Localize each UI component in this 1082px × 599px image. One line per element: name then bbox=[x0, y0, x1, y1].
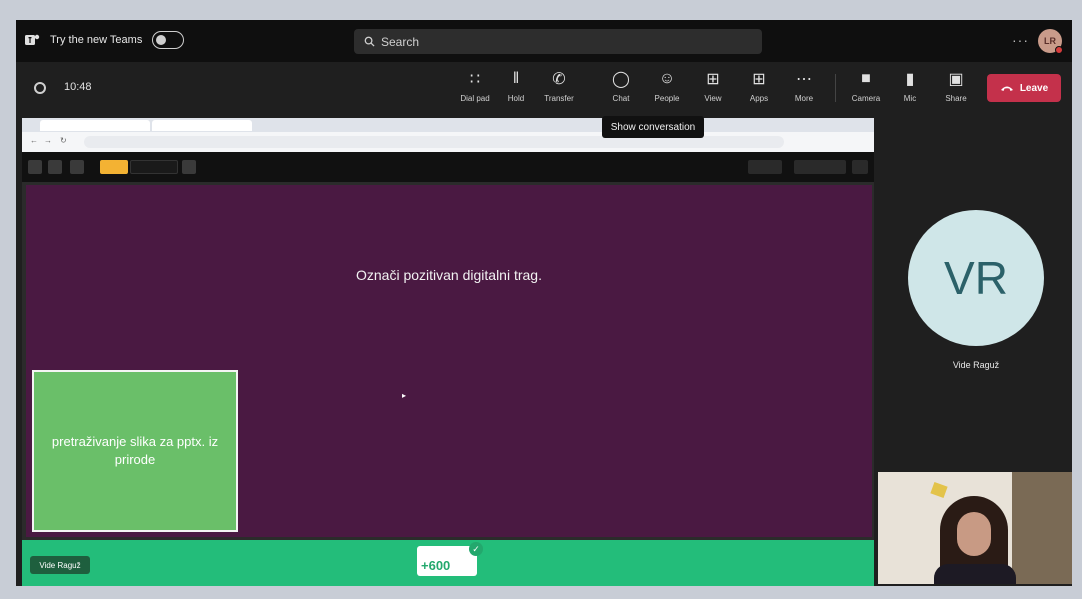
participant-name: Vide Raguž bbox=[952, 360, 1000, 370]
answer-text: pretraživanje slika za pptx. iz prirode bbox=[51, 433, 219, 467]
quiz-question: Označi pozitivan digitalni trag. bbox=[356, 267, 542, 283]
camera-icon: ■ bbox=[861, 70, 871, 87]
more-options-icon[interactable]: ··· bbox=[1012, 32, 1029, 48]
mic-label: Mic bbox=[903, 94, 917, 103]
mic-icon: ▮ bbox=[905, 71, 915, 88]
toggle-knob bbox=[156, 35, 166, 45]
view-label: View bbox=[704, 94, 722, 103]
check-icon: ✓ bbox=[469, 542, 483, 556]
self-video-tile[interactable] bbox=[878, 472, 1072, 584]
dial-pad-label: Dial pad bbox=[460, 94, 490, 103]
people-label: People bbox=[654, 94, 680, 103]
browser-tab-strip bbox=[22, 118, 874, 132]
player-name: Vide Raguž bbox=[39, 560, 81, 570]
search-placeholder: Search bbox=[381, 34, 420, 49]
show-conversation-tooltip: Show conversation bbox=[602, 116, 704, 138]
quiz-slide: Označi pozitivan digitalni trag. pretraž… bbox=[26, 185, 872, 537]
meeting-timer-icon bbox=[34, 82, 46, 94]
forward-icon[interactable]: → bbox=[44, 136, 52, 145]
toolbar-button[interactable] bbox=[48, 160, 62, 174]
teams-window: Try the new Teams Search ··· LR 10:48 ∷ … bbox=[16, 20, 1072, 586]
mic-button[interactable]: ▮ Mic bbox=[888, 68, 932, 110]
toolbar-button[interactable] bbox=[182, 160, 196, 174]
participant-avatar[interactable]: VR bbox=[908, 210, 1044, 346]
hold-button[interactable]: ‖ Hold bbox=[494, 68, 538, 110]
more-button[interactable]: ⋯ More bbox=[782, 68, 826, 110]
toolbar-divider bbox=[835, 74, 836, 102]
more-icon: ⋯ bbox=[796, 71, 812, 88]
browser-tab-active[interactable] bbox=[152, 120, 252, 131]
shared-screen: ← → ↻ Označi pozitivan digitalni trag. p… bbox=[22, 118, 874, 586]
transfer-button[interactable]: ✆ Transfer bbox=[537, 68, 581, 110]
transfer-icon: ✆ bbox=[552, 71, 566, 88]
meeting-time: 10:48 bbox=[64, 81, 92, 93]
user-avatar[interactable]: LR bbox=[1038, 29, 1063, 54]
view-icon: ⊞ bbox=[706, 71, 720, 88]
video-person-face bbox=[957, 512, 991, 556]
video-bookshelf bbox=[1012, 472, 1072, 584]
score-bar: Vide Raguž +600 ✓ bbox=[22, 540, 874, 586]
camera-label: Camera bbox=[851, 94, 881, 103]
player-name-badge: Vide Raguž bbox=[30, 556, 90, 574]
video-person-shirt bbox=[934, 564, 1016, 584]
transfer-label: Transfer bbox=[544, 94, 574, 103]
reload-icon[interactable]: ↻ bbox=[60, 136, 67, 145]
more-label: More bbox=[794, 94, 814, 103]
browser-tab[interactable] bbox=[40, 120, 150, 131]
share-label: Share bbox=[945, 94, 967, 103]
toolbar-highlight-button[interactable] bbox=[100, 160, 128, 174]
hang-up-icon bbox=[1000, 86, 1013, 91]
mouse-cursor-icon: ▸ bbox=[402, 391, 407, 400]
search-icon bbox=[364, 36, 375, 47]
people-icon: ☺ bbox=[658, 70, 676, 87]
view-button[interactable]: ⊞ View bbox=[691, 68, 735, 110]
try-new-teams-label: Try the new Teams bbox=[50, 34, 143, 46]
toolbar-button[interactable] bbox=[70, 160, 84, 174]
toolbar-control[interactable] bbox=[130, 160, 178, 174]
chat-icon: ◯ bbox=[612, 71, 630, 88]
toolbar-right-button[interactable] bbox=[748, 160, 782, 174]
score-points: +600 bbox=[421, 558, 451, 573]
hold-label: Hold bbox=[507, 94, 525, 103]
share-icon: ▣ bbox=[948, 71, 964, 88]
title-bar: Try the new Teams Search ··· LR bbox=[16, 20, 1072, 62]
leave-label: Leave bbox=[1019, 82, 1049, 94]
participant-initials: VR bbox=[944, 252, 1008, 304]
browser-address-bar: ← → ↻ bbox=[22, 132, 874, 152]
toolbar-right-button[interactable] bbox=[794, 160, 846, 174]
apps-button[interactable]: ⊞ Apps bbox=[737, 68, 781, 110]
try-new-teams-toggle[interactable] bbox=[152, 31, 184, 49]
score-card: +600 ✓ bbox=[417, 542, 483, 576]
chat-button[interactable]: ◯ Chat bbox=[599, 68, 643, 110]
chat-label: Chat bbox=[612, 94, 630, 103]
status-dot-icon bbox=[1055, 46, 1063, 54]
presentation-toolbar bbox=[22, 152, 874, 182]
fullscreen-icon[interactable] bbox=[852, 160, 868, 174]
apps-icon: ⊞ bbox=[752, 71, 766, 88]
camera-button[interactable]: ■ Camera bbox=[844, 68, 888, 110]
share-button[interactable]: ▣ Share bbox=[934, 68, 978, 110]
toolbar-button[interactable] bbox=[28, 160, 42, 174]
meeting-toolbar: 10:48 ∷ Dial pad ‖ Hold ✆ Transfer ◯ Cha… bbox=[16, 62, 1072, 114]
dialpad-icon: ∷ bbox=[469, 71, 481, 88]
dial-pad-button[interactable]: ∷ Dial pad bbox=[453, 68, 497, 110]
leave-button[interactable]: Leave bbox=[987, 74, 1061, 102]
teams-logo-icon bbox=[25, 34, 40, 45]
back-icon[interactable]: ← bbox=[30, 136, 38, 145]
answer-card[interactable]: pretraživanje slika za pptx. iz prirode bbox=[32, 370, 238, 532]
apps-label: Apps bbox=[749, 94, 769, 103]
avatar-initials: LR bbox=[1044, 36, 1056, 46]
people-button[interactable]: ☺ People bbox=[645, 68, 689, 110]
search-input[interactable]: Search bbox=[354, 29, 762, 54]
hold-icon: ‖ bbox=[512, 70, 520, 87]
